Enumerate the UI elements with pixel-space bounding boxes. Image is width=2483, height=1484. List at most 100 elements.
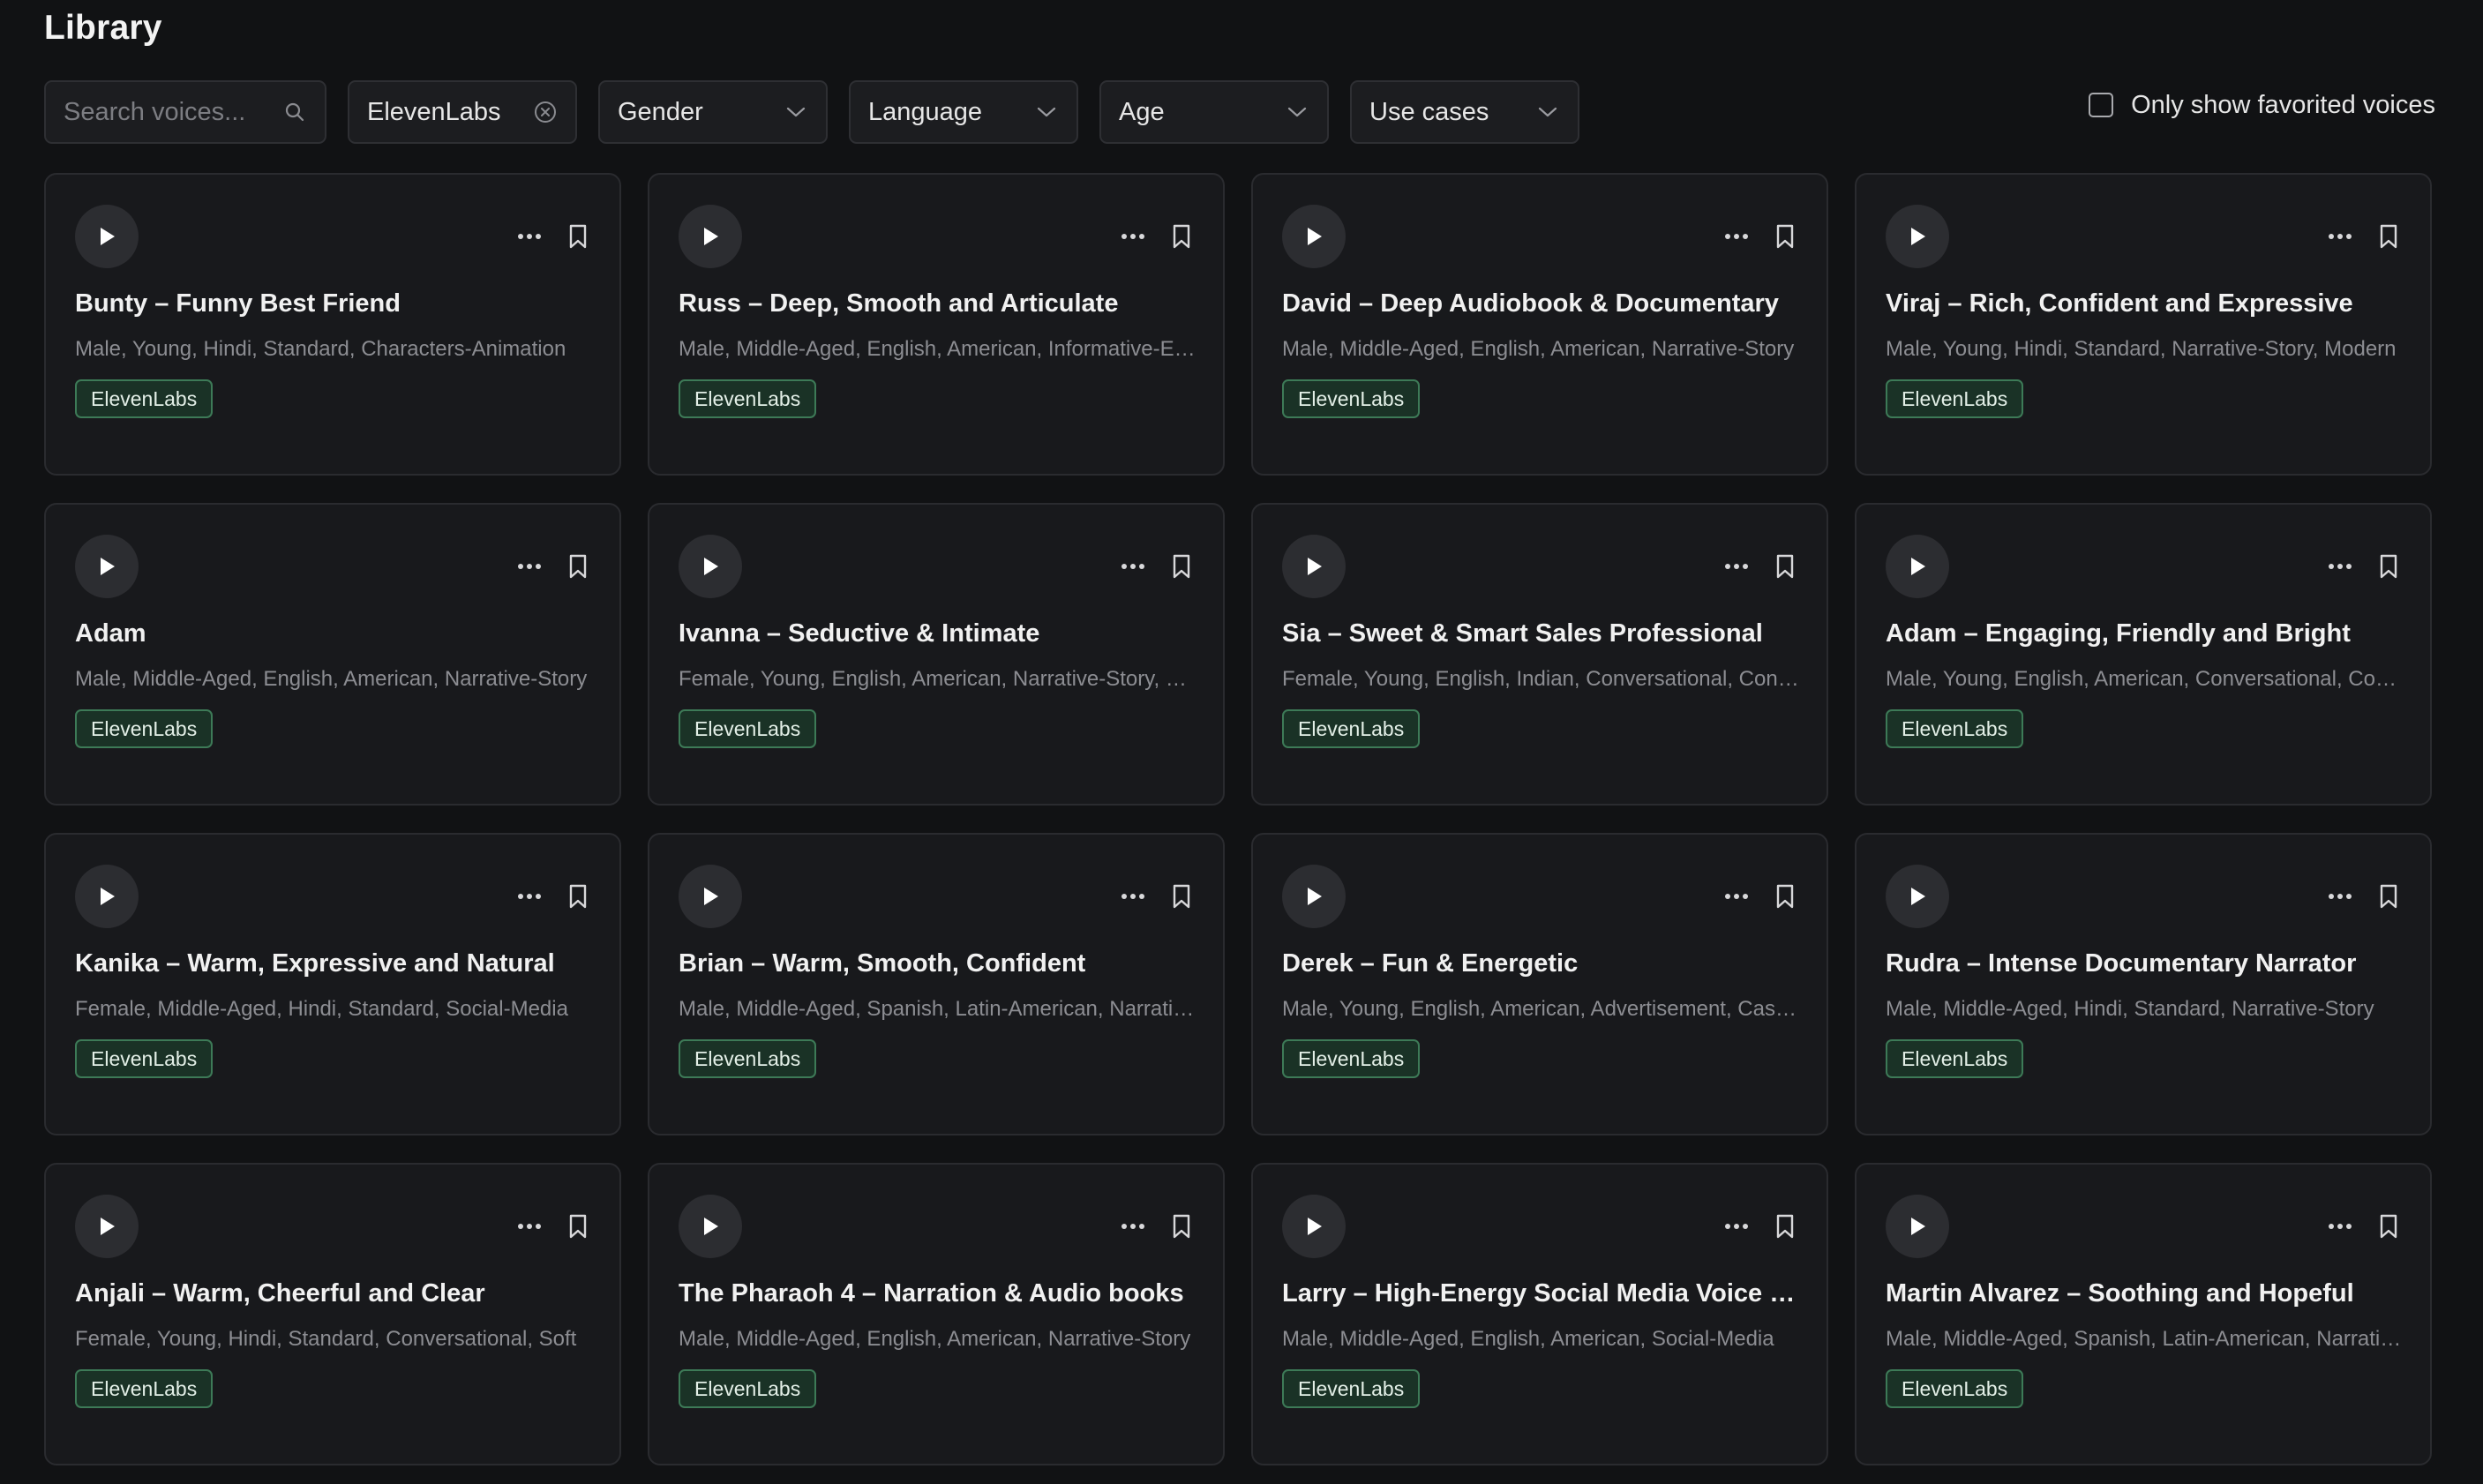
- more-options-button[interactable]: [1117, 881, 1149, 912]
- voice-card[interactable]: David – Deep Audiobook & Documentary Mal…: [1251, 173, 1828, 476]
- voice-source-badge: ElevenLabs: [75, 1369, 214, 1408]
- more-options-button[interactable]: [1117, 1210, 1149, 1242]
- use-cases-dropdown[interactable]: Use cases: [1350, 80, 1579, 144]
- voice-card[interactable]: Sia – Sweet & Smart Sales Professional F…: [1251, 503, 1828, 806]
- more-options-button[interactable]: [2324, 1210, 2356, 1242]
- more-options-button[interactable]: [1117, 551, 1149, 582]
- bookmark-button[interactable]: [562, 219, 594, 254]
- age-dropdown[interactable]: Age: [1099, 80, 1329, 144]
- voice-card[interactable]: Russ – Deep, Smooth and Articulate Male,…: [648, 173, 1225, 476]
- voice-source-badge: ElevenLabs: [679, 1039, 817, 1078]
- voice-card[interactable]: Viraj – Rich, Confident and Expressive M…: [1855, 173, 2432, 476]
- voice-card[interactable]: Kanika – Warm, Expressive and Natural Fe…: [44, 833, 621, 1135]
- bookmark-icon: [1173, 554, 1190, 579]
- bookmark-button[interactable]: [1769, 219, 1801, 254]
- bookmark-button[interactable]: [1166, 879, 1197, 914]
- play-icon: [101, 888, 115, 905]
- clear-filter-icon[interactable]: [533, 100, 558, 124]
- voice-name: Anjali – Warm, Cheerful and Clear: [75, 1279, 485, 1308]
- voice-card[interactable]: Adam – Engaging, Friendly and Bright Mal…: [1855, 503, 2432, 806]
- voice-card[interactable]: Anjali – Warm, Cheerful and Clear Female…: [44, 1163, 621, 1465]
- voice-card[interactable]: Bunty – Funny Best Friend Male, Young, H…: [44, 173, 621, 476]
- play-button[interactable]: [1282, 535, 1346, 598]
- more-horizontal-icon: [518, 564, 541, 569]
- bookmark-icon: [2380, 884, 2397, 909]
- language-dropdown[interactable]: Language: [849, 80, 1078, 144]
- chevron-down-icon: [1285, 100, 1309, 124]
- more-options-button[interactable]: [1721, 551, 1752, 582]
- play-icon: [1308, 1218, 1322, 1235]
- more-options-button[interactable]: [2324, 551, 2356, 582]
- bookmark-icon: [2380, 554, 2397, 579]
- voice-name: Martin Alvarez – Soothing and Hopeful: [1886, 1279, 2354, 1308]
- bookmark-button[interactable]: [2373, 549, 2404, 584]
- bookmark-button[interactable]: [562, 879, 594, 914]
- favorites-label: Only show favorited voices: [2131, 90, 2435, 119]
- search-input[interactable]: Search voices...: [44, 80, 326, 144]
- play-button[interactable]: [75, 1195, 139, 1258]
- play-button[interactable]: [1282, 1195, 1346, 1258]
- more-options-button[interactable]: [2324, 881, 2356, 912]
- more-options-button[interactable]: [1721, 1210, 1752, 1242]
- voice-card[interactable]: Rudra – Intense Documentary Narrator Mal…: [1855, 833, 2432, 1135]
- bookmark-button[interactable]: [2373, 1209, 2404, 1244]
- more-horizontal-icon: [518, 1224, 541, 1229]
- voice-source-badge: ElevenLabs: [1886, 1369, 2024, 1408]
- bookmark-button[interactable]: [1166, 1209, 1197, 1244]
- play-button[interactable]: [679, 1195, 742, 1258]
- voice-card[interactable]: Derek – Fun & Energetic Male, Young, Eng…: [1251, 833, 1828, 1135]
- provider-filter[interactable]: ElevenLabs: [348, 80, 577, 144]
- play-icon: [101, 228, 115, 245]
- voice-card[interactable]: The Pharaoh 4 – Narration & Audio books …: [648, 1163, 1225, 1465]
- voice-card[interactable]: Larry – High-Energy Social Media Voice f…: [1251, 1163, 1828, 1465]
- play-button[interactable]: [75, 205, 139, 268]
- play-button[interactable]: [1886, 1195, 1949, 1258]
- bookmark-icon: [1776, 884, 1794, 909]
- play-button[interactable]: [679, 205, 742, 268]
- bookmark-button[interactable]: [1166, 549, 1197, 584]
- play-button[interactable]: [679, 865, 742, 928]
- play-button[interactable]: [1886, 865, 1949, 928]
- voice-name: Adam – Engaging, Friendly and Bright: [1886, 619, 2351, 648]
- bookmark-button[interactable]: [562, 1209, 594, 1244]
- gender-dropdown[interactable]: Gender: [598, 80, 828, 144]
- play-button[interactable]: [1282, 865, 1346, 928]
- more-horizontal-icon: [1121, 234, 1144, 239]
- voice-card[interactable]: Martin Alvarez – Soothing and Hopeful Ma…: [1855, 1163, 2432, 1465]
- play-button[interactable]: [679, 535, 742, 598]
- more-options-button[interactable]: [1721, 881, 1752, 912]
- bookmark-button[interactable]: [1769, 549, 1801, 584]
- bookmark-icon: [569, 1214, 587, 1239]
- more-horizontal-icon: [1121, 564, 1144, 569]
- bookmark-button[interactable]: [2373, 219, 2404, 254]
- more-options-button[interactable]: [514, 221, 545, 252]
- voice-source-badge: ElevenLabs: [679, 379, 817, 418]
- bookmark-button[interactable]: [1769, 1209, 1801, 1244]
- more-options-button[interactable]: [514, 1210, 545, 1242]
- play-icon: [101, 1218, 115, 1235]
- play-button[interactable]: [75, 865, 139, 928]
- play-button[interactable]: [1886, 535, 1949, 598]
- more-options-button[interactable]: [514, 551, 545, 582]
- more-horizontal-icon: [1725, 234, 1748, 239]
- play-button[interactable]: [1886, 205, 1949, 268]
- more-options-button[interactable]: [1117, 221, 1149, 252]
- chevron-down-icon: [1034, 100, 1059, 124]
- play-button[interactable]: [75, 535, 139, 598]
- bookmark-icon: [1776, 224, 1794, 249]
- bookmark-button[interactable]: [2373, 879, 2404, 914]
- play-button[interactable]: [1282, 205, 1346, 268]
- voice-source-badge: ElevenLabs: [679, 1369, 817, 1408]
- voice-card[interactable]: Ivanna – Seductive & Intimate Female, Yo…: [648, 503, 1225, 806]
- bookmark-button[interactable]: [1769, 879, 1801, 914]
- more-options-button[interactable]: [2324, 221, 2356, 252]
- favorites-checkbox[interactable]: [2089, 93, 2114, 117]
- voice-name: Bunty – Funny Best Friend: [75, 289, 401, 318]
- voice-card[interactable]: Adam Male, Middle-Aged, English, America…: [44, 503, 621, 806]
- favorites-toggle[interactable]: Only show favorited voices: [2089, 87, 2435, 123]
- more-options-button[interactable]: [514, 881, 545, 912]
- voice-card[interactable]: Brian – Warm, Smooth, Confident Male, Mi…: [648, 833, 1225, 1135]
- bookmark-button[interactable]: [1166, 219, 1197, 254]
- more-options-button[interactable]: [1721, 221, 1752, 252]
- bookmark-button[interactable]: [562, 549, 594, 584]
